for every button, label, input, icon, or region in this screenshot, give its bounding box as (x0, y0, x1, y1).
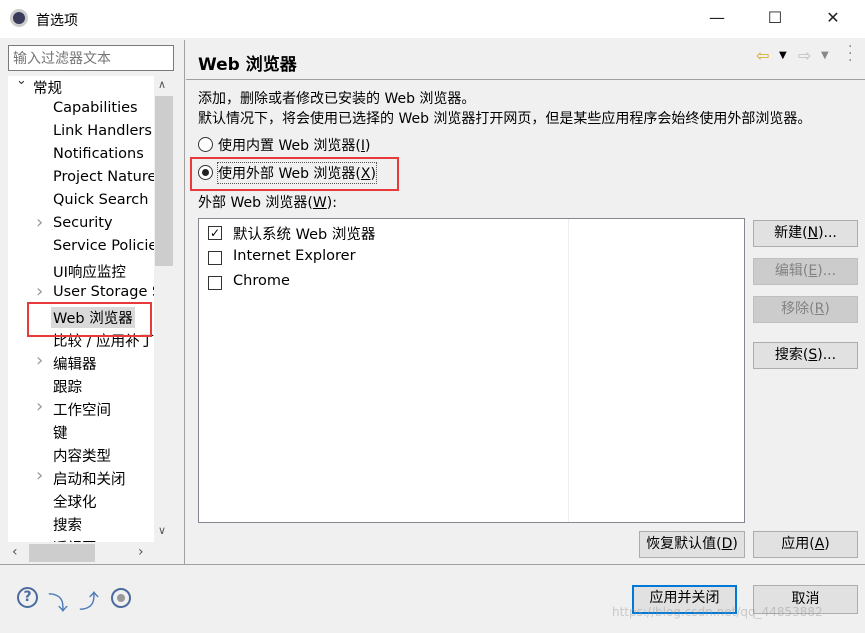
tree-item[interactable]: › Security (8, 212, 154, 237)
more-menu-icon[interactable]: · · · (848, 40, 852, 68)
tree-item-label: 常规 (33, 81, 62, 97)
tree-item-label: Link Handlers (53, 123, 152, 139)
tree-item-label: 全球化 (53, 495, 97, 511)
remove-button[interactable]: 移除(R) (753, 296, 858, 323)
description-1: 添加，删除或者修改已安装的 Web 浏览器。 (198, 91, 476, 107)
tree-item[interactable]: Service Policies (8, 237, 154, 260)
tree-item-label: UI响应监控 (53, 265, 126, 281)
tree-item-label: 键 (53, 426, 68, 442)
tree-item[interactable]: 跟踪 (8, 375, 154, 398)
apply-button[interactable]: 应用(A) (753, 531, 858, 558)
radio-circle[interactable] (198, 137, 213, 152)
checkbox-checked[interactable]: ✓ (208, 226, 222, 240)
import-icon[interactable]: ⤵ (48, 587, 68, 616)
external-browsers-label: 外部 Web 浏览器(W): (198, 195, 337, 211)
tree-item-label: 启动和关闭 (53, 472, 126, 488)
tree-item-label: Notifications (53, 146, 144, 162)
tree-item-label: 编辑器 (53, 357, 97, 373)
tree-item-label: Project Natures (53, 169, 154, 185)
tree-item-label: Capabilities (53, 100, 138, 116)
filter-input[interactable] (8, 45, 174, 71)
browser-name: Chrome (233, 273, 290, 289)
search-button[interactable]: 搜索(S)... (753, 342, 858, 369)
tree-item[interactable]: Project Natures (8, 168, 154, 191)
forward-menu-icon[interactable]: ▼ (821, 50, 829, 61)
tree-item-label: Security (53, 215, 113, 231)
radio-circle-checked[interactable] (198, 165, 213, 180)
tree-item[interactable]: Notifications (8, 145, 154, 168)
tree-item-label: 工作空间 (53, 403, 111, 419)
footer-divider (0, 564, 865, 565)
scroll-right-icon[interactable]: › (138, 544, 144, 560)
tree-item[interactable]: 键 (8, 421, 154, 444)
scroll-thumb-h[interactable] (29, 544, 95, 562)
tree-item[interactable]: 内容类型 (8, 444, 154, 467)
edit-button[interactable]: 编辑(E)... (753, 258, 858, 285)
column-divider (568, 219, 569, 522)
tree-item[interactable]: Capabilities (8, 99, 154, 122)
tree-item-label: 内容类型 (53, 449, 111, 465)
browser-list[interactable]: ✓ 默认系统 Web 浏览器 Internet Explorer Chrome (198, 218, 745, 523)
tree-item[interactable]: › 编辑器 (8, 350, 154, 375)
tree-item-label: Service Policies (53, 238, 154, 254)
tree-item[interactable]: › 工作空间 (8, 396, 154, 421)
back-icon[interactable]: ⇦ (756, 46, 769, 65)
radio-label: 使用内置 Web 浏览器(I) (218, 138, 371, 154)
tree-vertical-scrollbar[interactable]: ∧ ∨ (154, 76, 174, 542)
restore-defaults-button[interactable]: 恢复默认值(D) (639, 531, 745, 558)
tree-item[interactable]: Quick Search (8, 191, 154, 214)
close-button[interactable]: ✕ (818, 8, 848, 30)
divider (184, 40, 185, 564)
scroll-up-icon[interactable]: ∧ (158, 78, 166, 91)
window-title: 首选项 (36, 13, 78, 29)
tree-item[interactable]: Link Handlers (8, 122, 154, 145)
help-icon[interactable]: ? (17, 587, 38, 608)
tree-item-label: Quick Search (53, 192, 149, 208)
tree-item[interactable]: ⌄ 常规 (8, 76, 154, 99)
tree-item[interactable]: 搜索 (8, 513, 154, 536)
export-icon[interactable]: ⤴ (79, 585, 99, 614)
scroll-thumb[interactable] (155, 96, 173, 266)
header-divider (186, 79, 865, 80)
record-icon[interactable] (111, 588, 131, 608)
eclipse-app-icon (10, 9, 28, 27)
browser-name: 默认系统 Web 浏览器 (233, 227, 376, 243)
maximize-button[interactable]: ☐ (760, 8, 790, 30)
scroll-down-icon[interactable]: ∨ (158, 524, 166, 537)
highlight-box (27, 302, 152, 337)
chevron-down-icon[interactable]: ⌄ (16, 76, 27, 88)
tree-item-label: 跟踪 (53, 380, 82, 396)
tree-item[interactable]: UI响应监控 (8, 260, 154, 283)
tree-item[interactable]: › 启动和关闭 (8, 465, 154, 490)
tree-item[interactable]: 全球化 (8, 490, 154, 513)
tree-item-label: User Storage Service (53, 284, 154, 300)
chevron-right-icon[interactable]: › (36, 396, 43, 417)
chevron-right-icon[interactable]: › (36, 465, 43, 486)
checkbox[interactable] (208, 276, 222, 290)
new-button[interactable]: 新建(N)... (753, 220, 858, 247)
chevron-right-icon[interactable]: › (36, 212, 43, 233)
radio-label: 使用外部 Web 浏览器(X) (217, 162, 377, 184)
forward-icon[interactable]: ⇨ (798, 46, 811, 65)
scroll-left-icon[interactable]: ‹ (12, 544, 18, 560)
description-2: 默认情况下，将会使用已选择的 Web 浏览器打开网页，但是某些应用程序会始终使用… (198, 111, 812, 127)
back-menu-icon[interactable]: ▼ (779, 50, 787, 61)
title-bar: 首选项 — ☐ ✕ (0, 0, 865, 38)
minimize-button[interactable]: — (702, 8, 732, 30)
checkbox[interactable] (208, 251, 222, 265)
browser-name: Internet Explorer (233, 248, 356, 264)
chevron-right-icon[interactable]: › (36, 350, 43, 371)
tree-horizontal-scrollbar[interactable]: ‹ › (8, 542, 154, 564)
tree-item-label: 搜索 (53, 518, 82, 534)
page-title: Web 浏览器 (198, 55, 297, 75)
watermark: https://blog.csdn.net/qq_44853882 (612, 605, 823, 619)
chevron-right-icon[interactable]: › (36, 281, 43, 302)
